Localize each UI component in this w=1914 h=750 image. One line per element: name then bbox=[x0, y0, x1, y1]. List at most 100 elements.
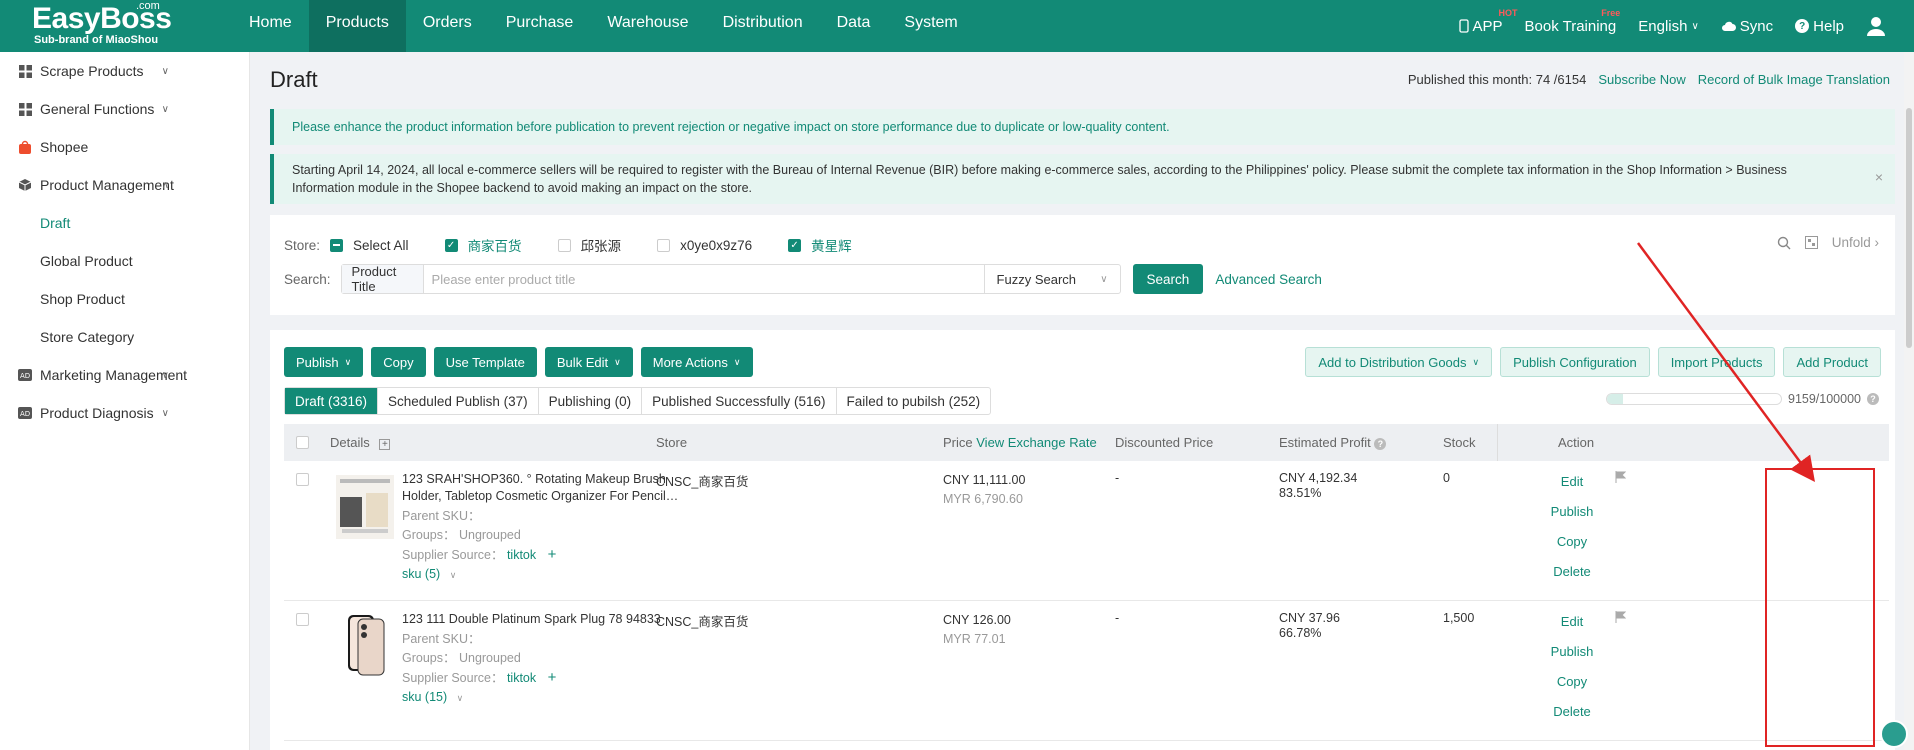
subscribe-now-link[interactable]: Subscribe Now bbox=[1598, 72, 1685, 87]
filter-tools: Unfold › bbox=[1777, 235, 1879, 250]
nav-orders[interactable]: Orders bbox=[406, 0, 489, 52]
chevron-down-icon: ∨ bbox=[733, 356, 741, 367]
row-checkbox[interactable] bbox=[296, 473, 309, 486]
sidebar-item-label: General Functions bbox=[40, 101, 155, 117]
search-button[interactable]: Search bbox=[1132, 264, 1204, 294]
product-thumbnail[interactable] bbox=[336, 475, 394, 539]
unfold-toggle[interactable]: Unfold › bbox=[1832, 235, 1879, 250]
product-title[interactable]: 123 111 Double Platinum Spark Plug 78 94… bbox=[402, 611, 692, 628]
advanced-search-link[interactable]: Advanced Search bbox=[1215, 272, 1322, 287]
page-scrollbar[interactable] bbox=[1904, 52, 1914, 750]
row-checkbox[interactable] bbox=[296, 613, 309, 626]
nav-purchase[interactable]: Purchase bbox=[489, 0, 591, 52]
sidebar-item-product-management[interactable]: Product Management ∧ bbox=[0, 166, 249, 204]
tab-scheduled-publish[interactable]: Scheduled Publish (37) bbox=[378, 388, 539, 414]
store-option[interactable]: ✓ 商家百货 bbox=[444, 235, 522, 255]
publish-configuration-button[interactable]: Publish Configuration bbox=[1500, 347, 1650, 377]
annotation-highlight-box bbox=[1765, 468, 1875, 747]
nav-system[interactable]: System bbox=[887, 0, 974, 52]
publish-dropdown-button[interactable]: Publish ∨ bbox=[284, 347, 364, 377]
edit-link[interactable]: Edit bbox=[1542, 607, 1602, 637]
tab-publishing[interactable]: Publishing (0) bbox=[539, 388, 643, 414]
product-thumbnail[interactable] bbox=[336, 613, 394, 677]
box-icon bbox=[18, 178, 32, 192]
nav-products[interactable]: Products bbox=[308, 0, 406, 52]
delete-link[interactable]: Delete bbox=[1542, 557, 1602, 587]
search-icon[interactable] bbox=[1777, 236, 1791, 250]
product-info: 123 111 Double Platinum Spark Plug 78 94… bbox=[402, 611, 692, 708]
parent-sku: Parent SKU： bbox=[402, 509, 481, 523]
user-menu[interactable] bbox=[1866, 16, 1886, 36]
sidebar-item-marketing-management[interactable]: AD Marketing Management ∨ bbox=[0, 356, 249, 394]
copy-link[interactable]: Copy bbox=[1542, 527, 1602, 557]
product-title[interactable]: 123 SRAH'SHOP360. ° Rotating Makeup Brus… bbox=[402, 471, 692, 505]
flag-icon[interactable] bbox=[1615, 471, 1626, 483]
logo[interactable]: EasyBoss .com Sub-brand of MiaoShou bbox=[0, 0, 232, 52]
copy-button[interactable]: Copy bbox=[371, 347, 426, 377]
tab-failed-to-publish[interactable]: Failed to pubilsh (252) bbox=[837, 388, 991, 414]
add-product-button[interactable]: Add Product bbox=[1783, 347, 1881, 377]
tab-published-successfully[interactable]: Published Successfully (516) bbox=[642, 388, 837, 414]
chevron-down-icon: ∨ bbox=[614, 356, 621, 367]
sidebar-item-scrape-products[interactable]: Scrape Products ∨ bbox=[0, 52, 249, 90]
close-icon[interactable]: × bbox=[1875, 168, 1883, 186]
nav-warehouse[interactable]: Warehouse bbox=[590, 0, 705, 52]
page-actions: Add to Distribution Goods ∨ Publish Confi… bbox=[1305, 347, 1881, 377]
assistant-avatar[interactable] bbox=[1880, 720, 1908, 748]
nav-data[interactable]: Data bbox=[820, 0, 888, 52]
search-mode-select[interactable]: Fuzzy Search ∨ bbox=[983, 265, 1120, 293]
view-exchange-rate-link[interactable]: View Exchange Rate bbox=[976, 435, 1096, 450]
store-option[interactable]: x0ye0x9z76 bbox=[657, 238, 752, 253]
select-all-rows-checkbox[interactable] bbox=[296, 436, 309, 449]
search-field-select[interactable]: Product Title bbox=[341, 264, 424, 294]
delete-link[interactable]: Delete bbox=[1542, 697, 1602, 727]
more-actions-dropdown-button[interactable]: More Actions ∨ bbox=[640, 347, 753, 377]
search-input[interactable] bbox=[423, 265, 984, 293]
edit-link[interactable]: Edit bbox=[1542, 467, 1602, 497]
add-icon[interactable]: + bbox=[548, 669, 557, 686]
select-all-checkbox[interactable]: Select All bbox=[330, 238, 409, 253]
help-icon[interactable]: ? bbox=[1867, 393, 1879, 405]
app-link[interactable]: APP HOT bbox=[1458, 8, 1518, 35]
publish-link[interactable]: Publish bbox=[1542, 497, 1602, 527]
shopee-bag-icon bbox=[18, 140, 32, 154]
supplier-link[interactable]: tiktok bbox=[507, 671, 536, 685]
nav-home[interactable]: Home bbox=[232, 0, 309, 52]
help-icon[interactable]: ? bbox=[1374, 438, 1387, 450]
language-select[interactable]: English ∨ bbox=[1638, 18, 1699, 35]
bulk-edit-dropdown-button[interactable]: Bulk Edit ∨ bbox=[544, 347, 633, 377]
sku-toggle[interactable]: sku (5) ∨ bbox=[402, 565, 692, 585]
help-button[interactable]: ? Help bbox=[1795, 18, 1844, 35]
import-products-button[interactable]: Import Products bbox=[1657, 347, 1776, 377]
publish-link[interactable]: Publish bbox=[1542, 637, 1602, 667]
price-cny: CNY 126.00 bbox=[943, 613, 1011, 627]
flag-icon[interactable] bbox=[1615, 611, 1626, 623]
sync-button[interactable]: Sync bbox=[1721, 18, 1773, 35]
sidebar-item-store-category[interactable]: Store Category bbox=[0, 318, 249, 356]
add-to-distribution-button[interactable]: Add to Distribution Goods ∨ bbox=[1305, 347, 1493, 377]
sidebar-item-general-functions[interactable]: General Functions ∨ bbox=[0, 90, 249, 128]
sidebar-item-product-diagnosis[interactable]: AD Product Diagnosis ∨ bbox=[0, 394, 249, 432]
book-training-link[interactable]: Book Training Free bbox=[1525, 8, 1621, 35]
store-option[interactable]: ✓ 黄星辉 bbox=[788, 235, 852, 255]
sku-toggle[interactable]: sku (15) ∨ bbox=[402, 688, 692, 708]
price-myr: MYR 77.01 bbox=[943, 632, 1006, 646]
sidebar-item-shop-product[interactable]: Shop Product bbox=[0, 280, 249, 318]
layout-icon[interactable] bbox=[1804, 236, 1818, 249]
copy-link[interactable]: Copy bbox=[1542, 667, 1602, 697]
expand-icon[interactable]: + bbox=[379, 439, 391, 450]
supplier-link[interactable]: tiktok bbox=[507, 548, 536, 562]
row-actions: Edit Publish Copy Delete bbox=[1542, 607, 1602, 727]
add-icon[interactable]: + bbox=[548, 546, 557, 563]
store-option[interactable]: 邱张源 bbox=[557, 235, 621, 255]
sidebar-item-global-product[interactable]: Global Product bbox=[0, 242, 249, 280]
nav-distribution[interactable]: Distribution bbox=[706, 0, 820, 52]
sidebar-item-shopee[interactable]: Shopee bbox=[0, 128, 249, 166]
scrollbar-thumb[interactable] bbox=[1906, 108, 1912, 348]
bulk-image-translation-link[interactable]: Record of Bulk Image Translation bbox=[1698, 72, 1890, 87]
use-template-button[interactable]: Use Template bbox=[433, 347, 537, 377]
tab-draft[interactable]: Draft (3316) bbox=[285, 388, 379, 414]
sidebar-item-draft[interactable]: Draft bbox=[0, 204, 249, 242]
supplier-label: Supplier Source： bbox=[402, 548, 504, 562]
help-icon: ? bbox=[1795, 19, 1810, 33]
